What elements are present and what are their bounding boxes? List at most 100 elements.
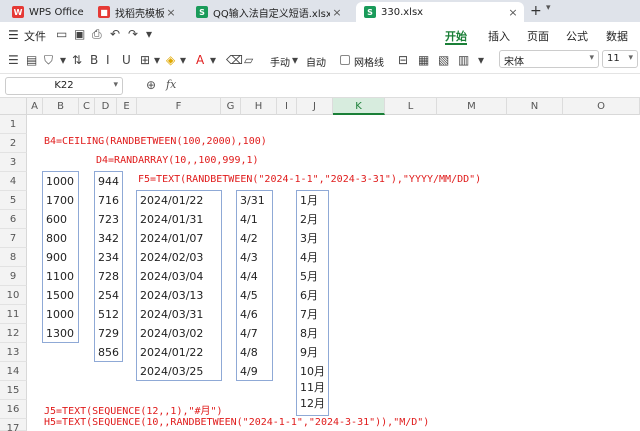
row-header[interactable]: 5 xyxy=(0,191,27,210)
chevron-down-icon[interactable]: ▾ xyxy=(146,27,152,41)
row-header[interactable]: 2 xyxy=(0,134,27,153)
column-header[interactable]: O xyxy=(563,98,640,115)
chevron-down-icon[interactable]: ▾ xyxy=(154,53,160,67)
cell-b9[interactable]: 1100 xyxy=(43,267,74,286)
align-left-icon[interactable]: ☰ xyxy=(8,53,19,67)
column-header[interactable]: A xyxy=(27,98,43,115)
cell-j9[interactable]: 5月 xyxy=(297,267,318,286)
row-header[interactable]: 13 xyxy=(0,343,27,362)
column-header[interactable]: D xyxy=(95,98,117,115)
row-header[interactable]: 4 xyxy=(0,172,27,191)
select-all-corner[interactable] xyxy=(0,98,27,115)
cell-f14[interactable]: 2024/03/25 xyxy=(137,362,203,381)
redo-icon[interactable]: ↷ xyxy=(128,27,138,41)
tab-data[interactable]: 数据 xyxy=(606,28,628,44)
row-header[interactable]: 14 xyxy=(0,362,27,381)
fill-color-icon[interactable]: ◈ xyxy=(166,53,175,67)
row-header[interactable]: 12 xyxy=(0,324,27,343)
tab-qq-phrases[interactable]: S QQ输入法自定义短语.xlsx × xyxy=(188,2,348,22)
sort-icon[interactable]: ⇅ xyxy=(72,53,82,67)
cell-h10[interactable]: 4/5 xyxy=(237,286,258,305)
row-header[interactable]: 16 xyxy=(0,400,27,419)
column-header[interactable]: J xyxy=(297,98,333,115)
column-header[interactable]: F xyxy=(137,98,221,115)
cell-d6[interactable]: 723 xyxy=(95,210,119,229)
row-header[interactable]: 9 xyxy=(0,267,27,286)
formula-note-h5[interactable]: H5=TEXT(SEQUENCE(10,,RANDBETWEEN("2024-1… xyxy=(44,417,429,428)
row-header[interactable]: 7 xyxy=(0,229,27,248)
column-header[interactable]: G xyxy=(221,98,241,115)
cell-d4[interactable]: 944 xyxy=(95,172,119,191)
row-header[interactable]: 6 xyxy=(0,210,27,229)
chevron-down-icon[interactable]: ▾ xyxy=(478,53,484,67)
tab-insert[interactable]: 插入 xyxy=(488,28,510,44)
format-painter-icon[interactable]: ▱ xyxy=(244,53,253,67)
cell-d12[interactable]: 729 xyxy=(95,324,119,343)
cell-j7[interactable]: 3月 xyxy=(297,229,318,248)
column-header[interactable]: N xyxy=(507,98,563,115)
new-tab-icon[interactable]: + xyxy=(530,3,542,19)
cell-f10[interactable]: 2024/03/13 xyxy=(137,286,203,305)
formula-note-d4[interactable]: D4=RANDARRAY(10,,100,999,1) xyxy=(96,155,259,166)
cell-f7[interactable]: 2024/01/07 xyxy=(137,229,203,248)
filter-icon[interactable]: ⛉ xyxy=(44,53,53,68)
font-family-select[interactable]: 宋体 ▾ xyxy=(499,50,599,68)
row-header[interactable]: 8 xyxy=(0,248,27,267)
formula-note-j5[interactable]: J5=TEXT(SEQUENCE(12,,1),"#月") xyxy=(44,402,223,417)
cell-f8[interactable]: 2024/02/03 xyxy=(137,248,203,267)
column-header[interactable]: H xyxy=(241,98,277,115)
tab-wps-office[interactable]: W WPS Office xyxy=(4,2,84,22)
zoom-icon[interactable]: ⊕ xyxy=(146,78,156,92)
cell-j12[interactable]: 8月 xyxy=(297,324,318,343)
eraser-icon[interactable]: ⌫ xyxy=(226,53,243,67)
function-icon[interactable]: fx xyxy=(166,78,176,91)
name-box[interactable]: K22 ▾ xyxy=(5,77,123,95)
open-folder-icon[interactable]: ▭ xyxy=(56,27,67,41)
row-header[interactable]: 15 xyxy=(0,381,27,400)
border-icon[interactable]: ⊞ xyxy=(140,53,150,67)
tab-templates[interactable]: ■ 找稻壳模板 × xyxy=(90,2,182,22)
cell-j10[interactable]: 6月 xyxy=(297,286,318,305)
cell-j8[interactable]: 4月 xyxy=(297,248,318,267)
font-size-select[interactable]: 11 ▾ xyxy=(602,50,638,68)
row-header[interactable]: 17 xyxy=(0,419,27,431)
cell-f12[interactable]: 2024/03/02 xyxy=(137,324,203,343)
column-header[interactable]: L xyxy=(385,98,437,115)
tab-home[interactable]: 开始 xyxy=(445,28,467,44)
cell-h7[interactable]: 4/2 xyxy=(237,229,258,248)
cell-f13[interactable]: 2024/01/22 xyxy=(137,343,203,362)
file-menu[interactable]: 文件 xyxy=(24,28,46,44)
cell-h11[interactable]: 4/6 xyxy=(237,305,258,324)
column-header[interactable]: I xyxy=(277,98,297,115)
tab-page[interactable]: 页面 xyxy=(527,28,549,44)
chevron-down-icon[interactable]: ▾ xyxy=(60,53,66,67)
underline-icon[interactable]: U xyxy=(122,53,131,67)
cell-h8[interactable]: 4/3 xyxy=(237,248,258,267)
cell-j5[interactable]: 1月 xyxy=(297,191,318,210)
menu-icon[interactable]: ☰ xyxy=(8,28,19,42)
cell-style-icon[interactable]: ▥ xyxy=(458,53,469,67)
cell-h13[interactable]: 4/8 xyxy=(237,343,258,362)
cell-d10[interactable]: 254 xyxy=(95,286,119,305)
cell-b6[interactable]: 600 xyxy=(43,210,67,229)
row-header[interactable]: 11 xyxy=(0,305,27,324)
chevron-down-icon[interactable]: ▾ xyxy=(180,53,186,67)
freeze-pane-icon[interactable]: ⊟ xyxy=(398,53,408,67)
cell-j11[interactable]: 7月 xyxy=(297,305,318,324)
cell-h5[interactable]: 3/31 xyxy=(237,191,265,210)
cell-b12[interactable]: 1300 xyxy=(43,324,74,343)
cell-j16[interactable]: 12月 xyxy=(297,396,325,411)
cell-b5[interactable]: 1700 xyxy=(43,191,74,210)
cell-b10[interactable]: 1500 xyxy=(43,286,74,305)
font-color-icon[interactable]: A xyxy=(196,53,204,67)
formula-note-f5[interactable]: F5=TEXT(RANDBETWEEN("2024-1-1","2024-3-3… xyxy=(138,174,481,185)
cell-b4[interactable]: 1000 xyxy=(43,172,74,191)
gridlines-checkbox[interactable] xyxy=(340,55,350,65)
cell-d13[interactable]: 856 xyxy=(95,343,119,362)
column-header[interactable]: C xyxy=(79,98,95,115)
cell-d7[interactable]: 342 xyxy=(95,229,119,248)
close-icon[interactable]: × xyxy=(330,6,344,19)
row-header[interactable]: 10 xyxy=(0,286,27,305)
sheet-icon[interactable]: ▦ xyxy=(418,53,429,67)
print-icon[interactable]: ⎙ xyxy=(92,27,102,42)
